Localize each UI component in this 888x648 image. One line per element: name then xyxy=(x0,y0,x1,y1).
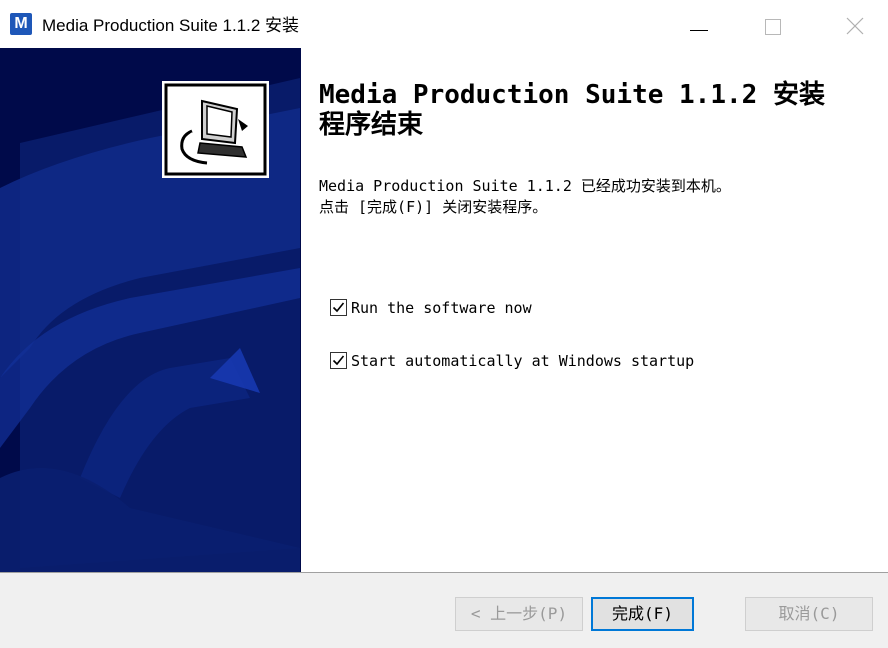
close-icon xyxy=(846,17,864,35)
installer-icon xyxy=(162,81,269,178)
close-button[interactable] xyxy=(828,0,888,48)
autostart-label[interactable]: Start automatically at Windows startup xyxy=(351,352,694,370)
window-title: Media Production Suite 1.1.2 安装 xyxy=(42,16,300,35)
content-panel: Media Production Suite 1.1.2 安装程序结束 Medi… xyxy=(301,48,888,572)
button-bar: < 上一步(P) 完成(F) 取消(C) xyxy=(0,573,888,648)
title-bar: M Media Production Suite 1.1.2 安装 xyxy=(0,0,888,48)
app-icon: M xyxy=(10,13,32,35)
checkmark-icon xyxy=(332,355,345,366)
autostart-checkbox[interactable] xyxy=(330,352,347,369)
back-button[interactable]: < 上一步(P) xyxy=(455,597,583,631)
finish-button[interactable]: 完成(F) xyxy=(591,597,694,631)
run-now-label[interactable]: Run the software now xyxy=(351,299,532,317)
message-line-installed: Media Production Suite 1.1.2 已经成功安装到本机。 xyxy=(319,177,731,195)
installer-banner xyxy=(0,48,301,572)
maximize-button xyxy=(750,0,810,48)
cancel-button[interactable]: 取消(C) xyxy=(745,597,873,631)
run-now-checkbox[interactable] xyxy=(330,299,347,316)
completion-message: Media Production Suite 1.1.2 已经成功安装到本机。 … xyxy=(319,176,834,218)
minimize-button[interactable] xyxy=(668,0,728,48)
message-line-instruction: 点击 [完成(F)] 关闭安装程序。 xyxy=(319,198,548,216)
checkmark-icon xyxy=(332,302,345,313)
page-title: Media Production Suite 1.1.2 安装程序结束 xyxy=(319,80,825,140)
